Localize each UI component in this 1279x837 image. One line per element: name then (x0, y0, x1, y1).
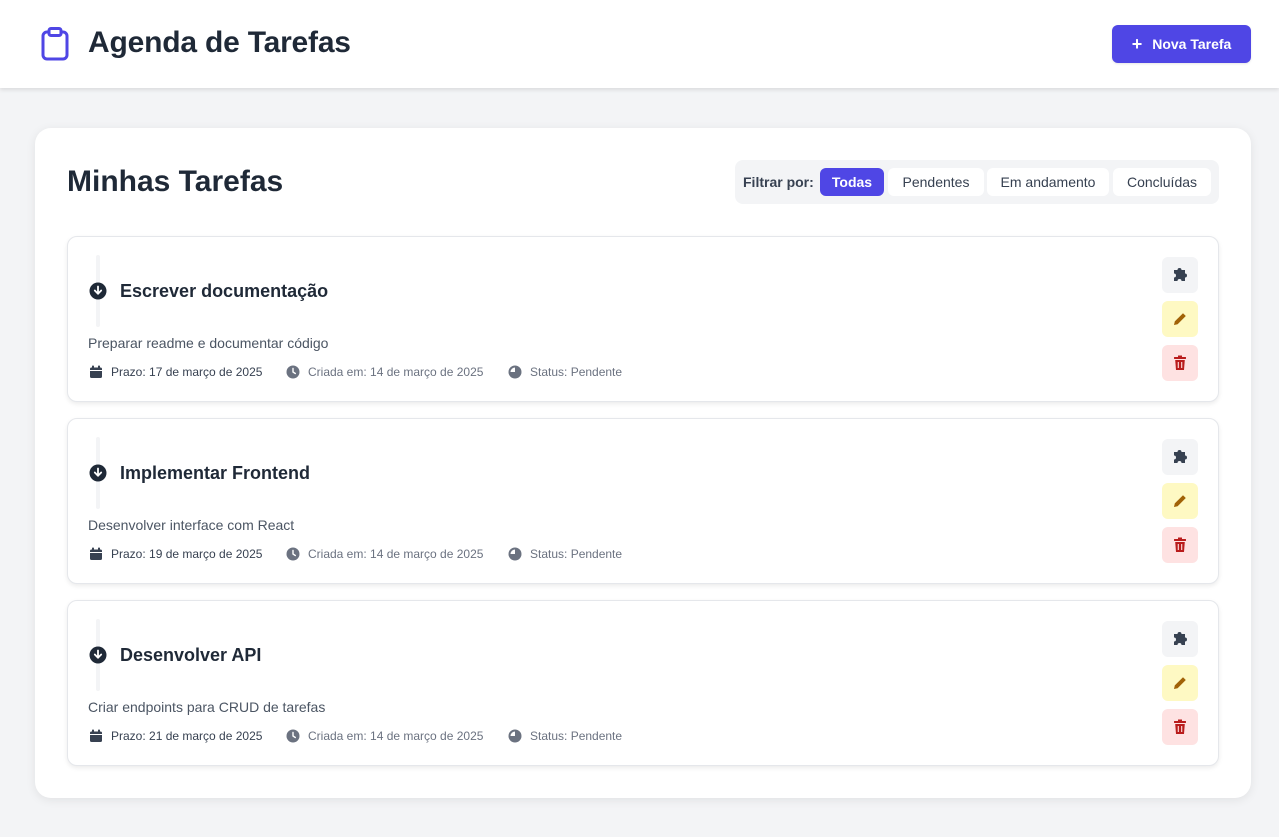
task-description: Desenvolver interface com React (88, 517, 295, 533)
chevron-down-circle-icon[interactable] (89, 464, 107, 482)
created-text: Criada em: 14 de março de 2025 (308, 729, 484, 743)
subtasks-button[interactable] (1162, 621, 1198, 657)
task-created-date: Criada em: 14 de março de 2025 (286, 365, 483, 379)
edit-button[interactable] (1162, 665, 1198, 701)
new-task-label: Nova Tarefa (1152, 36, 1232, 52)
status-text: Status: Pendente (530, 729, 623, 743)
filter-bar: Filtrar por: Todas Pendentes Em andament… (735, 160, 1219, 204)
trash-icon (1174, 537, 1186, 552)
plus-icon: + (1131, 34, 1143, 54)
task-due-date: Prazo: 19 de março de 2025 (89, 547, 262, 561)
task-card: Desenvolver API Criar endpoints para CRU… (67, 600, 1219, 766)
delete-button[interactable] (1162, 345, 1198, 381)
status-text: Status: Pendente (530, 547, 623, 561)
top-bar: Agenda de Tarefas + Nova Tarefa (0, 0, 1279, 88)
due-text: Prazo: 17 de março de 2025 (111, 365, 263, 379)
tasks-panel: Minhas Tarefas Filtrar por: Todas Penden… (35, 128, 1251, 798)
created-text: Criada em: 14 de março de 2025 (308, 547, 484, 561)
filter-all-button[interactable]: Todas (820, 168, 884, 196)
task-created-date: Criada em: 14 de março de 2025 (286, 547, 483, 561)
edit-button[interactable] (1162, 483, 1198, 519)
task-title: Implementar Frontend (120, 463, 311, 483)
task-description: Criar endpoints para CRUD de tarefas (88, 699, 326, 715)
subtasks-button[interactable] (1162, 439, 1198, 475)
new-task-button[interactable]: + Nova Tarefa (1112, 25, 1251, 63)
status-pie-icon (508, 729, 522, 743)
clipboard-icon (41, 27, 69, 61)
task-title: Escrever documentação (120, 281, 329, 301)
task-status: Status: Pendente (508, 547, 622, 561)
calendar-icon (90, 729, 102, 742)
pencil-icon (1174, 677, 1186, 689)
chevron-down-circle-icon[interactable] (89, 646, 107, 664)
clock-icon (286, 547, 300, 561)
filter-in-progress-button[interactable]: Em andamento (987, 168, 1109, 196)
task-card: Escrever documentação Preparar readme e … (67, 236, 1219, 402)
app-title: Agenda de Tarefas (88, 26, 351, 59)
puzzle-icon (1174, 450, 1187, 463)
task-status: Status: Pendente (508, 729, 622, 743)
calendar-icon (90, 547, 102, 560)
clock-icon (286, 729, 300, 743)
clock-icon (286, 365, 300, 379)
delete-button[interactable] (1162, 709, 1198, 745)
calendar-icon (90, 365, 102, 378)
chevron-down-circle-icon[interactable] (89, 282, 107, 300)
task-due-date: Prazo: 21 de março de 2025 (89, 729, 262, 743)
status-text: Status: Pendente (530, 365, 623, 379)
page-title: Minhas Tarefas (67, 165, 284, 198)
due-text: Prazo: 21 de março de 2025 (111, 729, 263, 743)
task-due-date: Prazo: 17 de março de 2025 (89, 365, 262, 379)
task-card: Implementar Frontend Desenvolver interfa… (67, 418, 1219, 584)
created-text: Criada em: 14 de março de 2025 (308, 365, 484, 379)
task-title: Desenvolver API (120, 645, 262, 665)
filter-label: Filtrar por: (743, 174, 814, 190)
status-pie-icon (508, 365, 522, 379)
task-description: Preparar readme e documentar código (88, 335, 329, 351)
puzzle-icon (1174, 268, 1187, 281)
trash-icon (1174, 719, 1186, 734)
subtasks-button[interactable] (1162, 257, 1198, 293)
filter-pending-button[interactable]: Pendentes (888, 168, 984, 196)
filter-done-button[interactable]: Concluídas (1113, 168, 1211, 196)
delete-button[interactable] (1162, 527, 1198, 563)
trash-icon (1174, 355, 1186, 370)
pencil-icon (1174, 495, 1186, 507)
status-pie-icon (508, 547, 522, 561)
edit-button[interactable] (1162, 301, 1198, 337)
task-status: Status: Pendente (508, 365, 622, 379)
task-created-date: Criada em: 14 de março de 2025 (286, 729, 483, 743)
puzzle-icon (1174, 632, 1187, 645)
pencil-icon (1174, 313, 1186, 325)
due-text: Prazo: 19 de março de 2025 (111, 547, 263, 561)
